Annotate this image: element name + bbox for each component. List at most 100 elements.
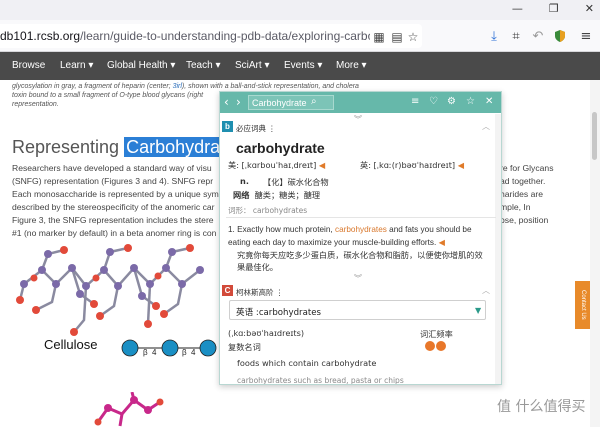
paragraph-line: mple, In	[500, 202, 531, 212]
caption-text: ), shown with a ball-and-stick represent…	[181, 83, 359, 90]
paragraph-line: Each monosaccharide is represented by a …	[12, 189, 219, 199]
screenshot-crop-icon[interactable]: ⌗	[508, 29, 524, 45]
web-definition-text: 醣类；糖类；醣理	[254, 190, 321, 200]
collapse-chevron-icon[interactable]: ︿	[482, 121, 490, 132]
paragraph-line: harides are	[500, 189, 543, 199]
download-icon[interactable]: ⤓	[486, 29, 502, 45]
list-menu-icon[interactable]: ≡	[411, 96, 419, 107]
web-definition: 网络 醣类；糖类；醣理	[233, 189, 320, 201]
cellulose-label: Cellulose	[44, 337, 98, 352]
menu-icon[interactable]: ≡	[578, 29, 594, 45]
example-text: Exactly how much protein,	[237, 225, 335, 234]
example-sentence: 1. Exactly how much protein, carbohydrat…	[228, 223, 488, 249]
bookmark-star-icon[interactable]: ☆	[406, 30, 420, 44]
browser-toolbar: db101.rcsb.org/learn/guide-to-understand…	[0, 20, 600, 52]
collins-phonetic: (ˌkɑːbəʊˈhaɪdreɪts)	[228, 328, 305, 338]
definition: 【化】碳水化合物	[263, 177, 329, 187]
back-arrow-icon[interactable]: ‹	[224, 95, 229, 109]
collins-pos: 复数名词	[228, 342, 261, 352]
popup-search-input[interactable]: Carbohydrate	[248, 95, 334, 110]
headword: carbohydrate	[236, 140, 325, 156]
linkage-position-label: 4	[191, 348, 196, 357]
us-speaker-icon[interactable]: ◀	[319, 160, 325, 170]
collapse-chevron-icon[interactable]: ︿	[482, 285, 490, 296]
collins-definition: foods which contain carbohydrate	[237, 358, 377, 368]
collins-entry-selected: 英语 :carbohydrates	[236, 308, 321, 318]
web-label: 网络	[233, 190, 250, 200]
word-forms-label: 词形：	[228, 206, 251, 215]
reader-view-icon[interactable]: ▤	[390, 30, 404, 44]
paragraph-line: (SNFG) representation (Figures 3 and 4).…	[12, 176, 214, 186]
qr-code-icon[interactable]: ▦	[372, 30, 386, 44]
paragraph-line: #1 (no marker by default) in a beta anom…	[12, 228, 217, 238]
collins-dictionary-label: 柯林斯高阶	[236, 288, 274, 297]
cellulose-molecule-image	[16, 244, 204, 336]
collins-entry-select[interactable]: 英语 :carbohydrates ▼	[229, 300, 486, 320]
collins-example: carbohydrates such as bread, pasta or ch…	[237, 376, 404, 385]
nav-sciart[interactable]: SciArt ▾	[235, 60, 269, 71]
pin-icon[interactable]: ☆	[466, 96, 475, 107]
nav-more[interactable]: More ▾	[336, 60, 367, 71]
undo-icon[interactable]: ↶	[530, 29, 546, 45]
close-icon[interactable]: ✕	[485, 96, 493, 107]
expand-chevron-icon[interactable]: ︾	[354, 273, 362, 284]
address-bar[interactable]: db101.rcsb.org/learn/guide-to-understand…	[0, 24, 422, 48]
bing-dictionary-label: 必应词典	[236, 124, 266, 133]
part-of-speech: n.	[240, 176, 249, 186]
pos-label: n.	[240, 176, 249, 186]
page-scrollbar-thumb[interactable]	[592, 112, 597, 160]
search-icon[interactable]: ⌕	[311, 96, 317, 107]
paragraph-line: described by the stereospecificity of th…	[12, 202, 215, 212]
frequency-dot	[436, 341, 446, 351]
linkage-beta-label: β	[182, 348, 187, 357]
body-paragraph-right: re for Glycans ad together. harides are …	[500, 162, 580, 227]
body-paragraph: Researchers have developed a standard wa…	[12, 162, 219, 240]
contact-us-tab[interactable]: Contact Us	[575, 281, 591, 329]
window-titlebar: — ❐ ✕	[0, 0, 600, 20]
heading-prefix: Representing	[12, 137, 125, 157]
example-keyword[interactable]: carbohydrates	[335, 225, 387, 234]
linkage-beta-label: β	[143, 348, 148, 357]
word-forms-value[interactable]: carbohydrates	[253, 206, 307, 215]
maximize-button[interactable]: ❐	[549, 2, 559, 15]
frequency-label: 词汇频率	[420, 329, 453, 339]
nav-events[interactable]: Events ▾	[284, 60, 322, 71]
minimize-button[interactable]: —	[512, 2, 523, 15]
nav-global-health[interactable]: Global Health ▾	[107, 60, 175, 71]
dictionary-popup: ‹ › Carbohydrate ⌕ ≡ ♡ ⚙ ☆ ✕ ︾ b 必应词典 ⋮ …	[219, 91, 502, 385]
nav-learn[interactable]: Learn ▾	[60, 60, 93, 71]
smzdm-watermark: 值 什么值得买	[497, 399, 586, 415]
site-navigation: Browse Learn ▾ Global Health ▾ Teach ▾ S…	[0, 52, 600, 80]
paragraph-line: Researchers have developed a standard wa…	[12, 163, 212, 173]
collins-dictionary-menu[interactable]: ⋮	[276, 288, 284, 297]
popup-scrollbar[interactable]	[495, 114, 501, 384]
divider	[226, 217, 496, 218]
bing-dictionary-name: 必应词典 ⋮	[236, 123, 276, 134]
heparin-molecule-image	[94, 392, 164, 427]
nav-browse[interactable]: Browse	[12, 60, 45, 71]
uk-phonetic: 英: [ˌkɑː(r)bəʊˈhaɪdreɪt]	[360, 160, 456, 170]
forward-arrow-icon[interactable]: ›	[236, 95, 241, 109]
settings-gear-icon[interactable]: ⚙	[447, 96, 456, 107]
extension-shield-icon[interactable]	[552, 29, 568, 45]
bing-logo-icon: b	[222, 121, 233, 132]
frequency-dot	[425, 341, 435, 351]
url-text[interactable]: db101.rcsb.org/learn/guide-to-understand…	[0, 29, 370, 43]
section-heading: Representing Carbohydrates	[12, 137, 247, 158]
paragraph-line: ose, position	[500, 215, 549, 225]
bing-dictionary-menu[interactable]: ⋮	[268, 124, 276, 133]
collins-logo-icon: C	[222, 285, 233, 296]
snfg-glucose-chain	[121, 339, 217, 357]
example-speaker-icon[interactable]: ◀	[439, 237, 445, 247]
us-pronunciation: 美: [ˌkɑrbouˈhaɪˌdreɪt] ◀	[228, 159, 325, 171]
favorite-heart-icon[interactable]: ♡	[429, 96, 438, 107]
chevron-down-icon: ▼	[475, 306, 482, 315]
paragraph-line: Figure 3, the SNFG representation includ…	[12, 215, 214, 225]
nav-teach[interactable]: Teach ▾	[186, 60, 220, 71]
close-button[interactable]: ✕	[585, 2, 594, 15]
pdb-link[interactable]: 3irl	[173, 83, 182, 90]
expand-chevron-icon[interactable]: ︾	[354, 114, 362, 125]
uk-speaker-icon[interactable]: ◀	[458, 160, 464, 170]
linkage-position-label: 4	[152, 348, 157, 357]
window-controls: — ❐ ✕	[512, 2, 594, 15]
